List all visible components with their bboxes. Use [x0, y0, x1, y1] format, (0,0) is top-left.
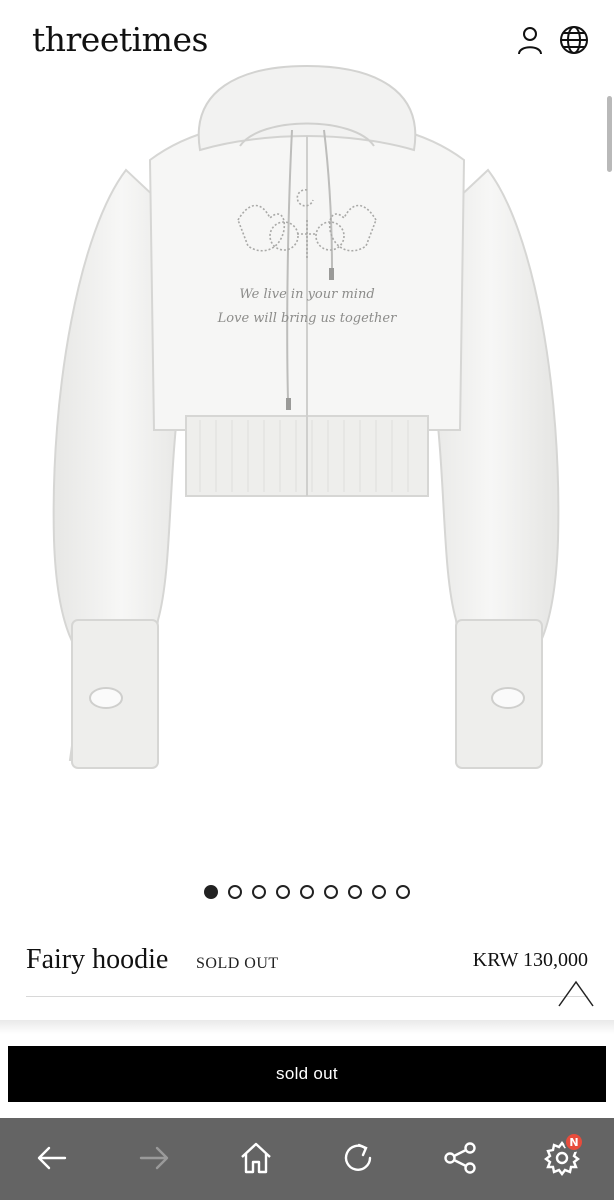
product-price: KRW 130,000 [472, 949, 588, 971]
product-image[interactable]: We live in your mind Love will bring us … [40, 60, 574, 820]
back-icon[interactable] [28, 1134, 76, 1182]
carousel-dot[interactable] [252, 885, 266, 899]
settings-icon[interactable]: N [538, 1132, 586, 1182]
carousel-dot[interactable] [300, 885, 314, 899]
carousel-dot[interactable] [372, 885, 386, 899]
carousel-dot[interactable] [396, 885, 410, 899]
refresh-icon[interactable] [334, 1134, 382, 1182]
graphic-text-line2: Love will bring us together [217, 311, 397, 326]
carousel-dot[interactable] [276, 885, 290, 899]
share-icon[interactable] [436, 1134, 484, 1182]
globe-icon[interactable] [558, 24, 590, 56]
home-icon[interactable] [232, 1134, 280, 1182]
status-badge: SOLD OUT [196, 955, 279, 972]
divider [26, 996, 588, 997]
carousel-indicator [0, 885, 614, 903]
notification-badge: N [564, 1132, 584, 1152]
graphic-text-line1: We live in your mind [239, 287, 374, 302]
chevron-up-icon[interactable] [556, 976, 596, 1010]
product-name: Fairy hoodie [26, 944, 169, 975]
browser-nav-bar: N [0, 1118, 614, 1200]
user-icon[interactable] [514, 24, 546, 56]
carousel-dot[interactable] [348, 885, 362, 899]
forward-icon[interactable] [130, 1134, 178, 1182]
page-scrollbar[interactable] [607, 96, 612, 172]
sold-out-button[interactable]: sold out [8, 1046, 606, 1102]
carousel-dot[interactable] [324, 885, 338, 899]
carousel-dot[interactable] [228, 885, 242, 899]
carousel-dot[interactable] [204, 885, 218, 899]
brand-logo[interactable]: threetimes [32, 20, 208, 59]
product-info: Fairy hoodie SOLD OUT KRW 130,000 [0, 940, 614, 990]
sheet-shadow [0, 1020, 614, 1034]
